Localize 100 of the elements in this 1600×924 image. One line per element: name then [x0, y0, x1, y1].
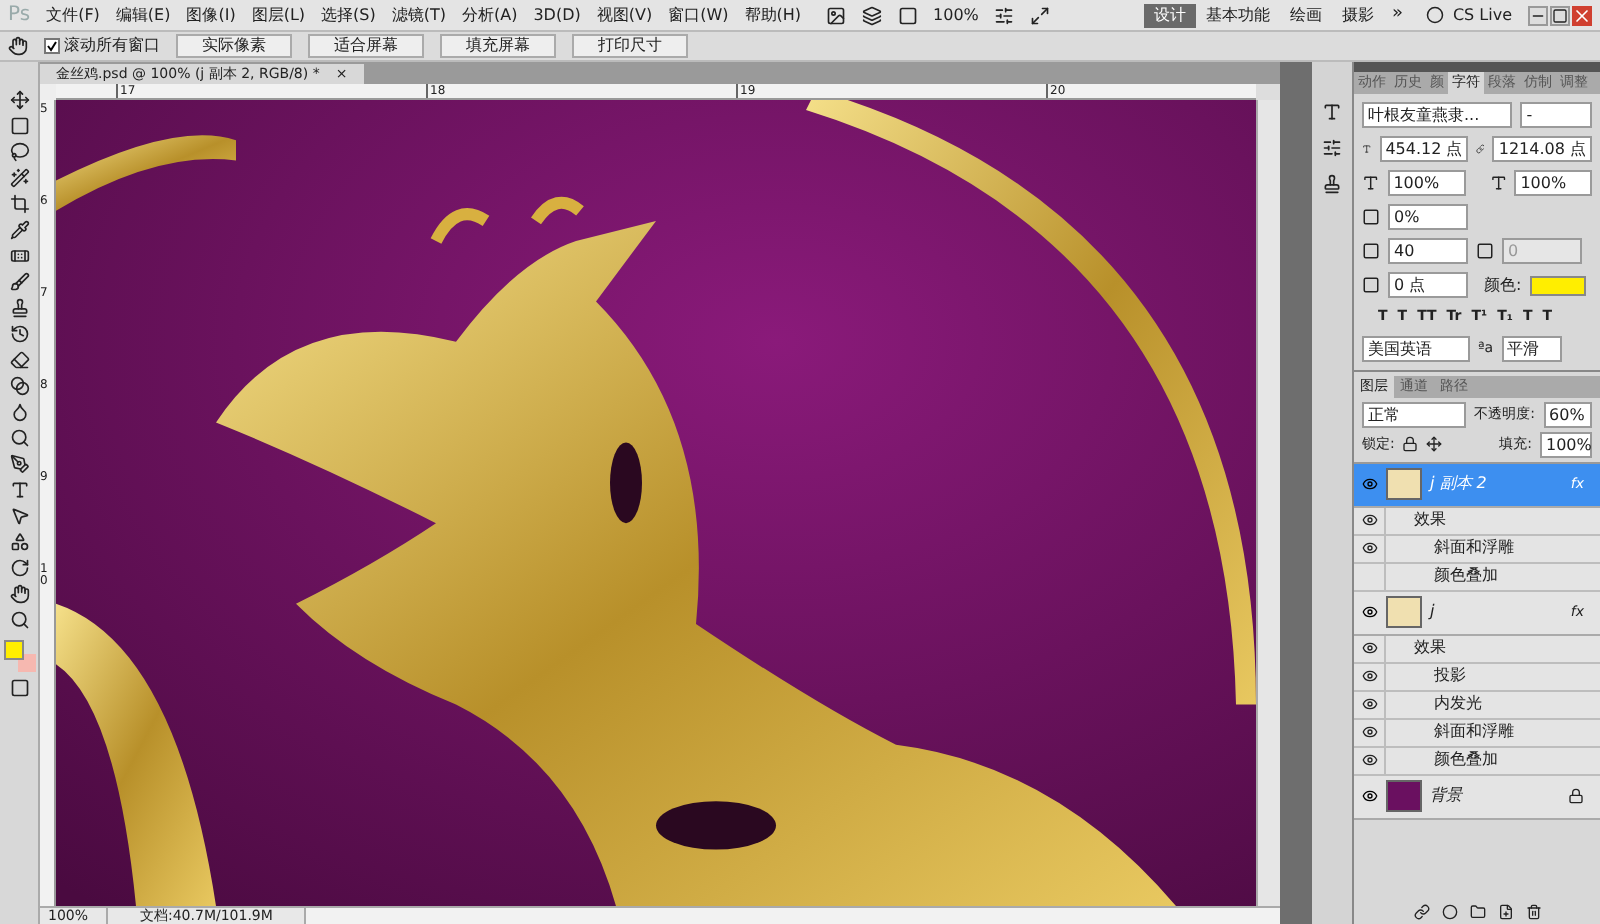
marquee-tool-icon[interactable] — [9, 116, 29, 136]
option-button[interactable]: 实际像素 — [176, 34, 292, 58]
blur-tool-icon[interactable] — [9, 402, 29, 422]
type-tool-icon[interactable] — [9, 480, 29, 500]
link-layers-icon[interactable] — [1413, 904, 1429, 920]
new-group-icon[interactable] — [1469, 904, 1485, 920]
lock-icon[interactable] — [1402, 436, 1419, 452]
menu-item[interactable]: 选择(S) — [313, 3, 384, 27]
language-select[interactable]: 美国英语 — [1362, 335, 1470, 361]
visibility-eye-icon[interactable] — [1361, 752, 1377, 768]
foreground-color-swatch[interactable] — [3, 640, 23, 660]
screen-mode-icon[interactable] — [1030, 5, 1051, 25]
layer-effect-row[interactable]: 效果 — [1354, 507, 1600, 535]
option-button[interactable]: 填充屏幕 — [440, 34, 556, 58]
visibility-eye-icon[interactable] — [1362, 476, 1378, 492]
visibility-eye-icon[interactable] — [1361, 512, 1377, 528]
visibility-eye-icon[interactable] — [1361, 640, 1377, 656]
horizontal-scale-field[interactable]: 100% — [1514, 170, 1592, 196]
vertical-scrollbar[interactable] — [1256, 100, 1280, 906]
visibility-eye-icon[interactable] — [1362, 788, 1378, 804]
lock-position-icon[interactable] — [1426, 436, 1443, 452]
layer-thumbnail — [1386, 468, 1422, 500]
layer-effect-row[interactable]: 内发光 — [1354, 691, 1600, 719]
vertical-scale-field[interactable]: 100% — [1387, 170, 1465, 196]
leading-field[interactable]: 1214.08 点 — [1492, 136, 1592, 162]
menu-item[interactable]: 滤镜(T) — [383, 3, 454, 27]
visibility-eye-icon[interactable] — [1361, 696, 1377, 712]
mini-bridge-icon[interactable] — [861, 5, 882, 25]
menu-item[interactable]: 图像(I) — [178, 3, 244, 27]
visibility-eye-icon[interactable] — [1361, 540, 1377, 556]
menu-item[interactable]: 编辑(E) — [107, 3, 179, 27]
bridge-icon[interactable] — [825, 5, 846, 25]
blend-mode-select[interactable]: 正常 — [1362, 401, 1467, 427]
visibility-eye-icon[interactable] — [1361, 724, 1377, 740]
horizontal-scrollbar[interactable] — [304, 908, 1280, 924]
antialias-select[interactable]: 平滑 — [1501, 335, 1562, 361]
app-logo: Ps — [6, 2, 33, 30]
brush-tool-icon[interactable] — [9, 272, 29, 292]
stamp-tool-icon[interactable] — [9, 298, 29, 318]
cs-live-icon[interactable] — [1426, 6, 1445, 24]
gradient-tool-icon[interactable] — [9, 376, 29, 396]
layer-row[interactable]: 背景 — [1354, 775, 1600, 819]
minimize-icon[interactable] — [1528, 5, 1548, 25]
workspace-tab[interactable]: 基本功能 — [1195, 3, 1280, 27]
layer-name: 背景 — [1430, 784, 1465, 808]
rotate-tool-icon[interactable] — [9, 558, 29, 578]
font-family-select[interactable]: 叶根友童燕隶... — [1362, 102, 1513, 128]
layer-effect-row[interactable]: 投影 — [1354, 663, 1600, 691]
selection-tool-icon[interactable] — [9, 506, 29, 526]
more-workspaces[interactable]: » — [1383, 1, 1411, 29]
menu-item[interactable]: 窗口(W) — [660, 3, 737, 27]
menu-item[interactable]: 帮助(H) — [736, 3, 810, 27]
font-size-field[interactable]: 454.12 点 — [1379, 136, 1468, 162]
zoom-tool-icon[interactable] — [9, 610, 29, 630]
visibility-eye-icon[interactable] — [1361, 668, 1377, 684]
menu-item[interactable]: 分析(A) — [454, 3, 526, 27]
zoom-level[interactable]: 100% — [933, 3, 979, 27]
layer-effect-row[interactable]: 斜面和浮雕 — [1354, 535, 1600, 563]
layer-effect-row[interactable]: 效果 — [1354, 635, 1600, 663]
eraser-tool-icon[interactable] — [9, 350, 29, 370]
menu-item[interactable]: 文件(F) — [38, 3, 108, 27]
move-tool-icon[interactable] — [9, 90, 29, 110]
hand-tool-icon[interactable] — [8, 36, 28, 56]
character-panel-icon[interactable] — [1322, 102, 1342, 122]
restore-icon[interactable] — [1550, 5, 1570, 25]
crop-tool-icon[interactable] — [9, 194, 29, 214]
layer-effect-row[interactable]: 斜面和浮雕 — [1354, 719, 1600, 747]
workspace-tab[interactable]: 绘画 — [1279, 3, 1332, 27]
trash-icon[interactable] — [1525, 904, 1541, 920]
lasso-tool-icon[interactable] — [9, 142, 29, 162]
tracking-field[interactable]: 40 — [1388, 238, 1468, 264]
shape-tool-icon[interactable] — [9, 532, 29, 552]
menu-item[interactable]: 图层(L) — [243, 3, 314, 27]
checkbox[interactable] — [44, 38, 60, 54]
baseline-shift-field[interactable]: 0 点 — [1388, 272, 1468, 298]
layer-effect-row[interactable]: 颜色叠加 — [1354, 747, 1600, 775]
opacity-field[interactable]: 60% — [1543, 401, 1592, 427]
option-button[interactable]: 适合屏幕 — [308, 34, 424, 58]
wand-tool-icon[interactable] — [9, 168, 29, 188]
menu-item[interactable]: 3D(D) — [525, 3, 589, 27]
new-layer-icon[interactable] — [1497, 904, 1513, 920]
workspace-tab[interactable]: 摄影 — [1331, 3, 1384, 27]
layer-effect-row[interactable]: 颜色叠加 — [1354, 563, 1600, 591]
eyedropper-tool-icon[interactable] — [9, 220, 29, 240]
bandage-tool-icon[interactable] — [9, 246, 29, 266]
option-button[interactable]: 打印尺寸 — [572, 34, 688, 58]
layer-mask-icon[interactable] — [1441, 904, 1457, 920]
tracking-ratio-field[interactable]: 0% — [1388, 204, 1468, 230]
fill-field[interactable]: 100% — [1540, 431, 1592, 457]
text-color-swatch[interactable] — [1529, 275, 1586, 295]
workspace-tab[interactable]: 设计 — [1143, 3, 1196, 27]
visibility-eye-icon[interactable] — [1362, 604, 1378, 620]
pen-tool-icon[interactable] — [9, 454, 29, 474]
hand-tool-icon[interactable] — [9, 584, 29, 604]
history-brush-icon[interactable] — [9, 324, 29, 344]
cs-live-menu[interactable]: CS Live — [1452, 3, 1512, 27]
menu-item[interactable]: 视图(V) — [588, 3, 661, 27]
font-style-select[interactable]: - — [1520, 102, 1592, 128]
clone-source-icon[interactable] — [1322, 174, 1342, 194]
close-icon[interactable] — [1572, 5, 1592, 25]
